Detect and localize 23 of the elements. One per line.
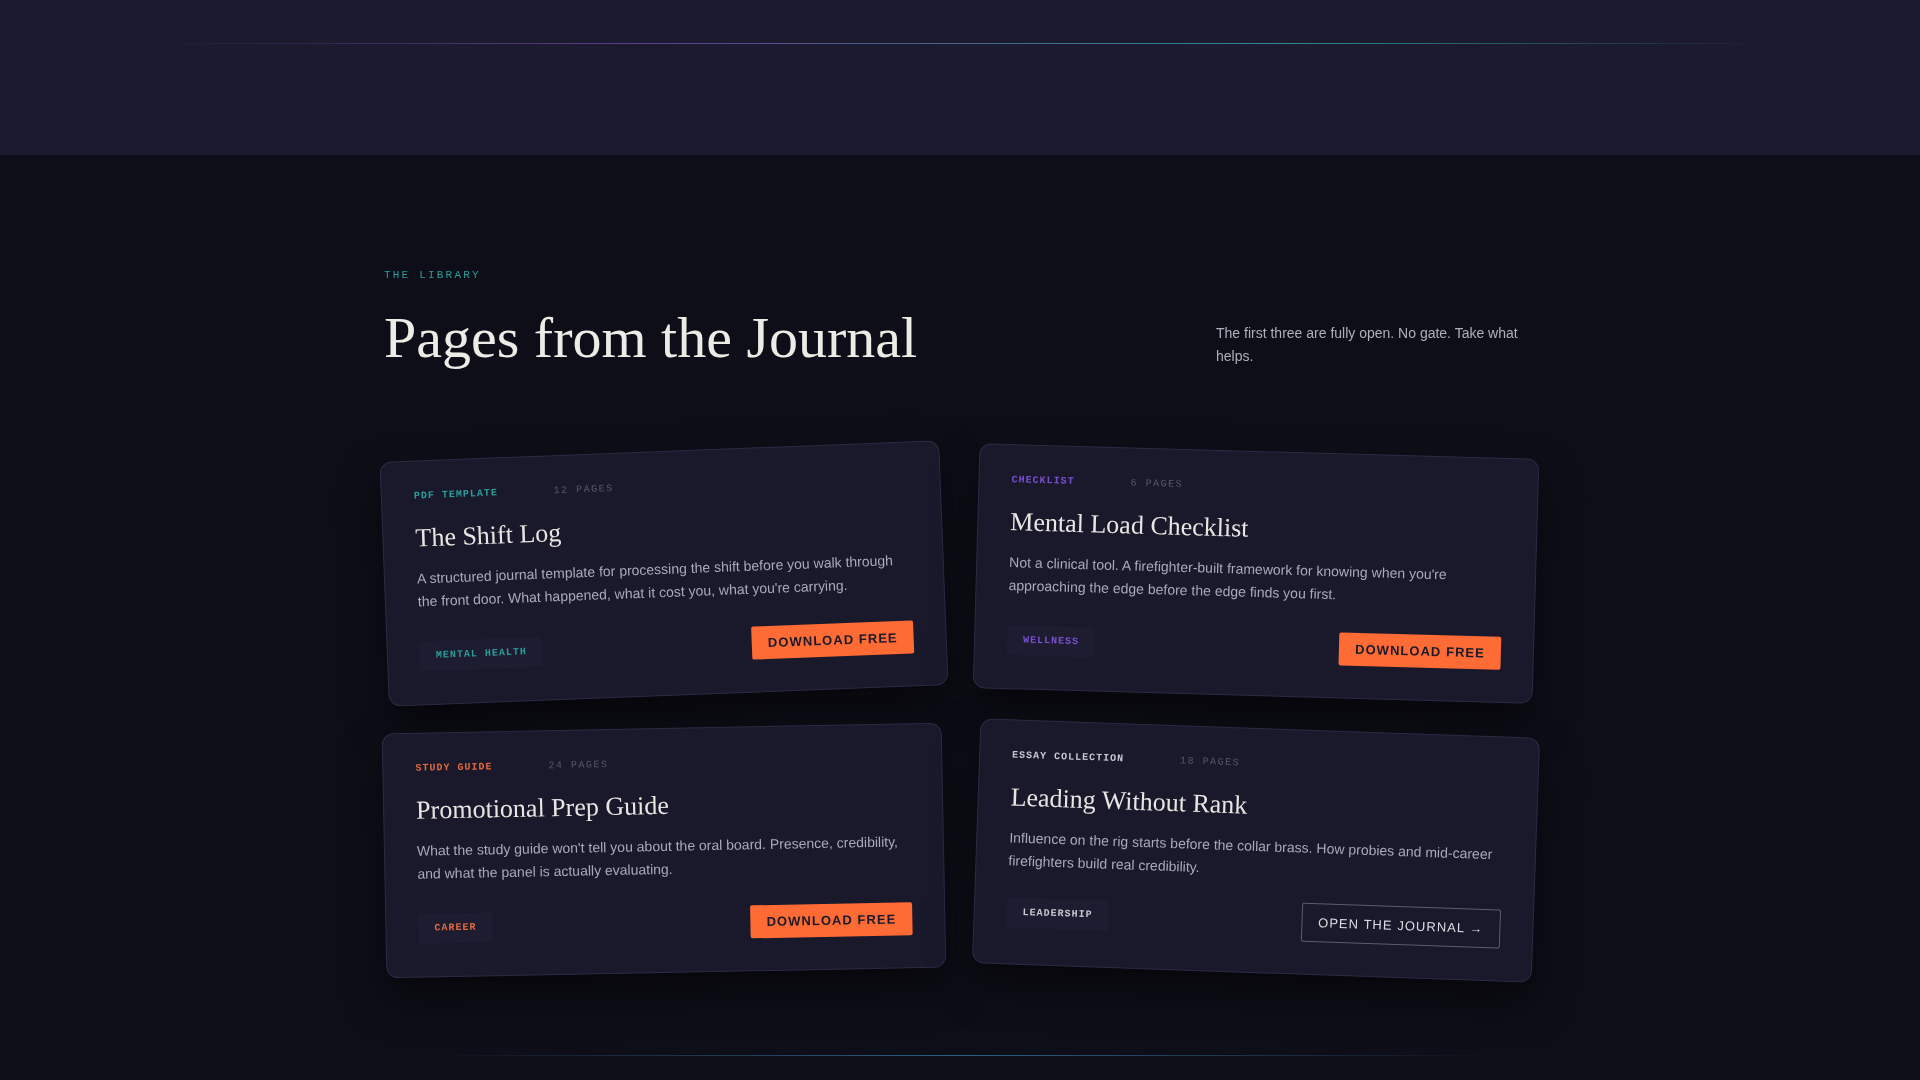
card-title: Leading Without Rank bbox=[1010, 781, 1249, 822]
category-label: STUDY GUIDE bbox=[415, 760, 493, 776]
card-description: Not a clinical tool. A firefighter-built framework for knowing when you're approaching the edge before the edge finds you first. bbox=[1008, 553, 1448, 604]
card-description: What the study guide won't tell you about the oral board. Presence, credibility, and what the panel is actually evaluating. bbox=[416, 832, 900, 884]
category-label: CHECKLIST bbox=[1011, 473, 1075, 489]
download-button[interactable]: DOWNLOAD FREE bbox=[750, 902, 913, 939]
topic-tag: WELLNESS bbox=[1006, 624, 1096, 658]
topic-tag: MENTAL HEALTH bbox=[419, 636, 544, 671]
open-journal-button[interactable]: OPEN THE JOURNAL → bbox=[1300, 902, 1502, 949]
section-intro: The first three are fully open. No gate. Take what helps. bbox=[1216, 324, 1519, 366]
section-eyebrow: THE LIBRARY bbox=[384, 268, 482, 283]
download-button[interactable]: DOWNLOAD FREE bbox=[1338, 632, 1502, 670]
card-title: Promotional Prep Guide bbox=[415, 789, 671, 827]
section-title: Pages from the Journal bbox=[384, 304, 918, 372]
page-count: 12 PAGES bbox=[553, 481, 614, 499]
card-description: Influence on the rig starts before the collar brass. How probies and mid-career firefighters build real credibility. bbox=[1008, 828, 1494, 877]
download-button[interactable]: DOWNLOAD FREE bbox=[751, 620, 915, 660]
page-count: 18 PAGES bbox=[1179, 754, 1241, 771]
category-label: PDF TEMPLATE bbox=[413, 486, 499, 504]
topic-tag: LEADERSHIP bbox=[1006, 896, 1110, 931]
category-label: ESSAY COLLECTION bbox=[1011, 748, 1125, 767]
card-title: Mental Load Checklist bbox=[1009, 506, 1250, 545]
topic-tag: CAREER bbox=[418, 911, 493, 944]
